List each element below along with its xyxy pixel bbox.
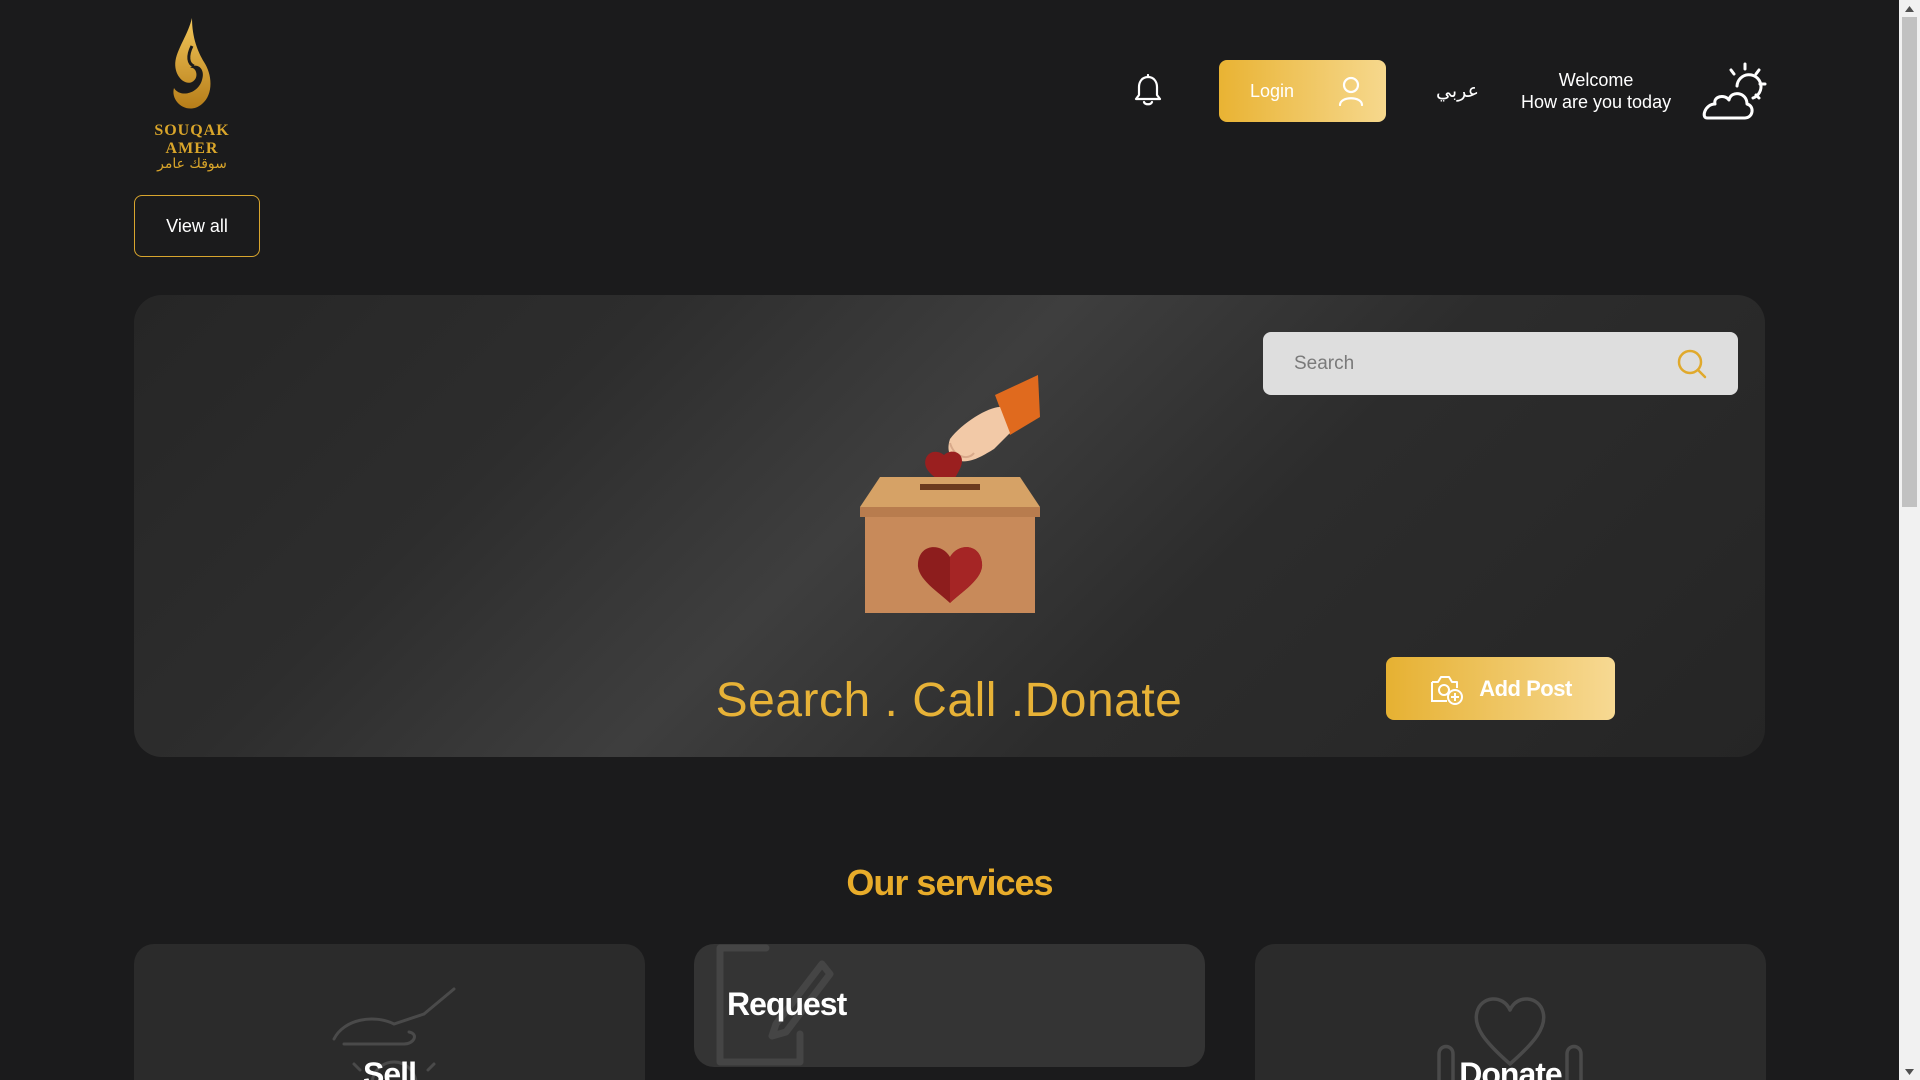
brand-logo[interactable]: SOUQAK AMER سوقك عامر	[133, 16, 251, 172]
welcome-line-1: Welcome	[1558, 70, 1634, 90]
welcome-line-2: How are you today	[1521, 92, 1672, 112]
service-label-donate: Donate	[1459, 1056, 1562, 1080]
page: SOUQAK AMER سوقك عامر Login عربي Welcome…	[0, 0, 1899, 1080]
search-input[interactable]	[1294, 352, 1676, 375]
brand-name-en: SOUQAK AMER	[154, 122, 230, 157]
page-scrollbar[interactable]	[1899, 0, 1920, 1080]
partly-cloudy-icon	[1702, 62, 1767, 120]
notifications-button[interactable]	[1133, 73, 1163, 108]
login-button[interactable]: Login	[1219, 60, 1386, 122]
add-post-label: Add Post	[1479, 675, 1572, 701]
language-switch[interactable]: عربي	[1436, 80, 1479, 102]
weather-widget	[1697, 62, 1767, 122]
scroll-down-arrow-icon[interactable]	[1899, 1063, 1920, 1080]
user-icon	[1338, 76, 1364, 106]
view-all-button[interactable]: View all	[134, 195, 260, 257]
welcome-message: Welcome How are you today	[1521, 69, 1671, 113]
brand-name-ar: سوقك عامر	[157, 156, 227, 172]
scrollbar-thumb[interactable]	[1902, 17, 1917, 507]
camera-add-icon	[1431, 675, 1464, 705]
service-label-sell: Sell	[363, 1056, 417, 1080]
service-card-sell[interactable]: Sell	[134, 944, 645, 1080]
add-post-button[interactable]: Add Post	[1386, 657, 1615, 720]
services-title: Our services	[846, 862, 1053, 903]
bell-icon	[1134, 73, 1162, 106]
search-icon[interactable]	[1676, 348, 1708, 380]
service-card-request[interactable]: Request	[694, 944, 1205, 1067]
logo-mark-icon	[173, 18, 211, 109]
service-label-request: Request	[727, 986, 847, 1022]
search-bar	[1263, 332, 1738, 395]
donation-box-illustration	[860, 375, 1040, 613]
scroll-up-arrow-icon[interactable]	[1899, 0, 1920, 17]
login-label: Login	[1250, 80, 1295, 101]
hero-banner: Search . Call .Donate Add Post	[134, 295, 1765, 757]
service-card-donate[interactable]: Donate	[1255, 944, 1766, 1080]
